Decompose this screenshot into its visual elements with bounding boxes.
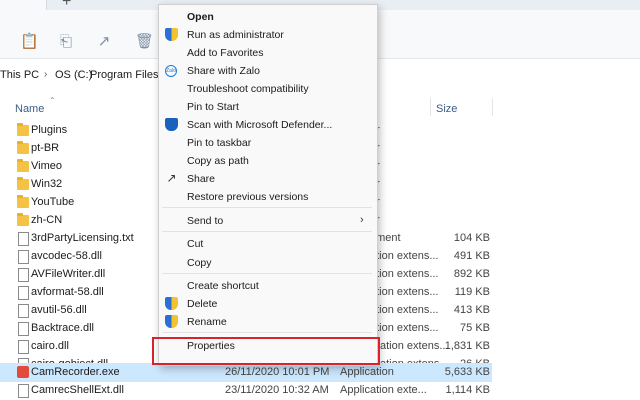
uac-shield-icon <box>165 297 178 310</box>
breadcrumb-separator-icon: › <box>77 69 81 80</box>
menu-divider <box>162 332 372 333</box>
new-tab-button[interactable]: + <box>62 0 71 10</box>
menu-item-delete[interactable]: Delete <box>187 298 217 310</box>
folder-icon <box>17 141 29 154</box>
breadcrumb-drive[interactable]: OS (C:) <box>55 69 92 81</box>
menu-divider <box>162 207 372 208</box>
menu-divider <box>162 231 372 232</box>
dll-file-icon <box>18 286 29 300</box>
menu-item-open[interactable]: Open <box>187 11 214 23</box>
dll-file-icon <box>18 340 29 354</box>
menu-item-create-shortcut[interactable]: Create shortcut <box>187 280 259 292</box>
uac-shield-icon <box>165 315 178 328</box>
menu-item-scan-defender[interactable]: Scan with Microsoft Defender... <box>187 119 332 131</box>
menu-divider <box>162 273 372 274</box>
menu-item-pin-start[interactable]: Pin to Start <box>187 101 239 113</box>
share-icon[interactable]: ↗ <box>96 34 112 50</box>
chevron-right-icon: › <box>360 214 364 226</box>
zalo-icon: Zalo <box>165 65 177 77</box>
menu-item-run-as-admin[interactable]: Run as administrator <box>187 29 284 41</box>
dll-file-icon <box>18 384 29 398</box>
menu-item-add-favorites[interactable]: Add to Favorites <box>187 47 263 59</box>
menu-item-pin-taskbar[interactable]: Pin to taskbar <box>187 137 251 149</box>
menu-item-copy-path[interactable]: Copy as path <box>187 155 249 167</box>
highlight-box <box>152 337 380 365</box>
breadcrumb-this-pc[interactable]: This PC <box>0 69 39 81</box>
text-file-icon <box>18 232 29 246</box>
paste-icon[interactable]: 📋 <box>20 34 39 50</box>
defender-shield-icon <box>165 118 178 131</box>
menu-item-share[interactable]: Share <box>187 173 215 185</box>
list-item[interactable]: CamrecShellExt.dll 23/11/2020 10:32 AM App… <box>0 381 492 400</box>
tab-current[interactable] <box>0 0 47 10</box>
column-header-name[interactable]: Name <box>15 103 44 115</box>
folder-icon <box>17 159 29 172</box>
menu-item-cut[interactable]: Cut <box>187 238 203 250</box>
menu-item-copy[interactable]: Copy <box>187 257 212 269</box>
column-divider[interactable] <box>430 98 431 116</box>
menu-item-troubleshoot[interactable]: Troubleshoot compatibility <box>187 83 309 95</box>
menu-item-restore[interactable]: Restore previous versions <box>187 191 308 203</box>
folder-icon <box>17 213 29 226</box>
folder-icon <box>17 177 29 190</box>
column-divider[interactable] <box>492 98 493 116</box>
folder-icon <box>17 123 29 136</box>
menu-item-send-to[interactable]: Send to <box>187 215 223 227</box>
menu-item-share-zalo[interactable]: Share with Zalo <box>187 65 260 77</box>
delete-icon[interactable]: 🗑 <box>135 34 154 50</box>
share-icon: ↗ <box>166 171 177 185</box>
dll-file-icon <box>18 304 29 318</box>
sort-caret-icon: ⌃ <box>49 96 56 105</box>
column-header-size[interactable]: Size <box>436 103 457 115</box>
uac-shield-icon <box>165 28 178 41</box>
rename-icon[interactable]: ⎗ <box>58 34 74 50</box>
dll-file-icon <box>18 322 29 336</box>
app-icon <box>17 366 29 378</box>
breadcrumb-program-files[interactable]: Program Files <box>90 69 158 81</box>
dll-file-icon <box>18 250 29 264</box>
dll-file-icon <box>18 268 29 282</box>
breadcrumb-separator-icon: › <box>44 69 48 80</box>
folder-icon <box>17 195 29 208</box>
menu-item-rename[interactable]: Rename <box>187 316 227 328</box>
